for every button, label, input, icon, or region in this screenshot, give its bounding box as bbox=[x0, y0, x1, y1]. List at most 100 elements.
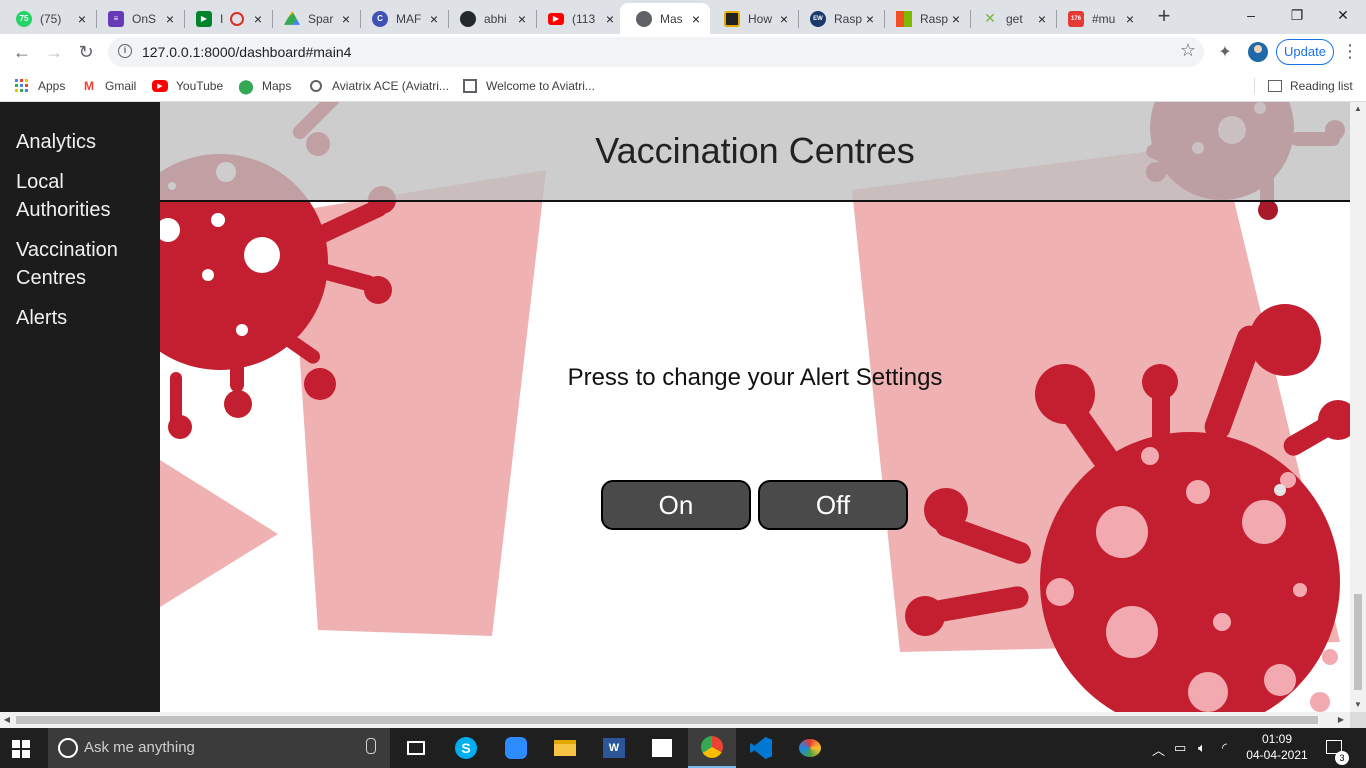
chrome-icon[interactable] bbox=[688, 728, 736, 768]
new-tab-button[interactable]: + bbox=[1152, 3, 1176, 31]
windows-start-icon[interactable] bbox=[12, 740, 30, 758]
close-tab-icon[interactable]: × bbox=[338, 11, 354, 27]
profile-avatar[interactable] bbox=[1248, 42, 1268, 62]
bookmark-gmail[interactable]: M Gmail bbox=[81, 76, 136, 96]
sidebar-item-analytics[interactable]: Analytics bbox=[16, 128, 156, 156]
taskbar: Ask me anything S W ︿ ▭ 🔈︎ ◜ 01:09 04-04… bbox=[0, 728, 1366, 768]
bookmark-label: Gmail bbox=[105, 79, 137, 93]
close-tab-icon[interactable]: × bbox=[426, 11, 442, 27]
taskbar-search[interactable]: Ask me anything bbox=[48, 728, 390, 768]
scroll-up-arrow-icon[interactable]: ▲ bbox=[1350, 102, 1366, 116]
ew-icon: EW bbox=[810, 10, 826, 27]
bookmark-star-icon[interactable]: ☆ bbox=[1180, 40, 1196, 61]
system-clock[interactable]: 01:09 04-04-2021 bbox=[1240, 731, 1314, 763]
close-window-button[interactable]: ✕ bbox=[1320, 0, 1366, 32]
tab-mu[interactable]: 176 #mu × bbox=[1052, 3, 1144, 34]
horizontal-scrollbar[interactable]: ◀ ▶ bbox=[0, 712, 1350, 728]
tab-title: OnS bbox=[132, 11, 157, 26]
youtube-icon: ▶ bbox=[152, 80, 168, 92]
microphone-icon[interactable] bbox=[366, 738, 376, 754]
tab-ew-rasp[interactable]: EW Rasp × bbox=[794, 3, 884, 34]
bookmark-divider bbox=[1254, 78, 1255, 94]
restore-button[interactable]: ❐ bbox=[1274, 0, 1320, 32]
close-tab-icon[interactable]: × bbox=[776, 11, 792, 27]
scroll-right-arrow-icon[interactable]: ▶ bbox=[1334, 712, 1348, 728]
tab-github[interactable]: abhi × bbox=[444, 3, 536, 34]
close-tab-icon[interactable]: × bbox=[162, 11, 178, 27]
tab-title: (75) bbox=[40, 11, 62, 26]
alerts-on-button[interactable]: On bbox=[601, 480, 751, 530]
tab-maf[interactable]: C MAF × bbox=[356, 3, 448, 34]
close-tab-icon[interactable]: × bbox=[1122, 11, 1138, 27]
close-tab-icon[interactable]: × bbox=[688, 11, 704, 27]
task-view-icon[interactable] bbox=[392, 728, 440, 768]
close-tab-icon[interactable]: × bbox=[514, 11, 530, 27]
notification-count-badge: 3 bbox=[1335, 751, 1349, 765]
maps-pin-icon: ⬤ bbox=[238, 77, 254, 94]
close-tab-icon[interactable]: × bbox=[862, 11, 878, 27]
close-tab-icon[interactable]: × bbox=[1034, 11, 1050, 27]
scroll-left-arrow-icon[interactable]: ◀ bbox=[0, 712, 14, 728]
volume-icon[interactable]: 🔈︎ bbox=[1198, 740, 1206, 756]
address-bar[interactable]: i 127.0.0.1:8000/dashboard#main4 ☆ bbox=[108, 37, 1204, 67]
microsoft-icon bbox=[896, 10, 912, 27]
tab-meet[interactable]: ▶ I × bbox=[180, 3, 272, 34]
url-text[interactable]: 127.0.0.1:8000/dashboard#main4 bbox=[142, 44, 351, 60]
reading-list-button[interactable]: Reading list bbox=[1268, 76, 1353, 96]
info-icon[interactable]: i bbox=[118, 44, 132, 58]
wifi-icon[interactable]: ◜ bbox=[1222, 740, 1227, 756]
tab-title: Mas bbox=[660, 11, 683, 26]
scroll-down-arrow-icon[interactable]: ▼ bbox=[1350, 698, 1366, 712]
file-explorer-icon[interactable] bbox=[541, 728, 589, 768]
alerts-off-button[interactable]: Off bbox=[758, 480, 908, 530]
tab-strip: 75 (75) × ≡ OnS × ▶ I × Spar × C MAF × a… bbox=[0, 0, 1366, 34]
close-tab-icon[interactable]: × bbox=[250, 11, 266, 27]
show-hidden-icons-icon[interactable]: ︿ bbox=[1152, 740, 1165, 759]
vertical-scrollbar[interactable]: ▲ ▼ bbox=[1350, 102, 1366, 712]
menu-dots-icon[interactable]: ⋮ bbox=[1340, 40, 1360, 64]
clock-time: 01:09 bbox=[1261, 732, 1293, 746]
bookmark-youtube[interactable]: ▶ YouTube bbox=[152, 76, 223, 96]
bookmark-apps[interactable]: Apps bbox=[14, 76, 65, 96]
reload-icon[interactable]: ↻ bbox=[72, 38, 100, 66]
tab-get[interactable]: ✕ get × bbox=[966, 3, 1056, 34]
sidebar-item-alerts[interactable]: Alerts bbox=[16, 304, 156, 332]
vscode-icon[interactable] bbox=[737, 728, 785, 768]
forward-arrow-icon[interactable]: → bbox=[40, 38, 68, 66]
bookmark-welcome-aviatrix[interactable]: Welcome to Aviatri... bbox=[462, 76, 595, 96]
tab-whatsapp[interactable]: 75 (75) × bbox=[0, 3, 96, 34]
tab-title: (113 bbox=[572, 11, 596, 26]
zoom-icon[interactable] bbox=[492, 728, 540, 768]
bookmark-label: Apps bbox=[38, 79, 66, 93]
tab-title: get bbox=[1006, 11, 1023, 26]
vertical-scroll-thumb[interactable] bbox=[1354, 594, 1362, 690]
close-tab-icon[interactable]: × bbox=[74, 11, 90, 27]
word-icon[interactable]: W bbox=[590, 728, 638, 768]
howto-icon bbox=[724, 10, 740, 27]
alert-settings-prompt: Press to change your Alert Settings bbox=[567, 364, 943, 391]
globe-icon bbox=[636, 10, 652, 27]
tab-forms[interactable]: ≡ OnS × bbox=[92, 3, 184, 34]
close-tab-icon[interactable]: × bbox=[602, 11, 618, 27]
extensions-puzzle-icon[interactable]: ✦ bbox=[1215, 42, 1235, 62]
tab-active-dashboard[interactable]: Mas × bbox=[620, 3, 710, 34]
paint-icon[interactable] bbox=[786, 728, 834, 768]
horizontal-scroll-thumb[interactable] bbox=[16, 716, 1318, 724]
tab-ms-rasp[interactable]: Rasp × bbox=[880, 3, 970, 34]
sidebar-item-vaccination-centres[interactable]: Vaccination Centres bbox=[16, 236, 156, 292]
bookmark-maps[interactable]: ⬤ Maps bbox=[238, 76, 291, 96]
tab-drive[interactable]: Spar × bbox=[268, 3, 360, 34]
tab-title: How bbox=[748, 11, 773, 26]
back-arrow-icon[interactable]: ← bbox=[8, 38, 36, 66]
skype-icon[interactable]: S bbox=[442, 728, 490, 768]
bookmark-aviatrix-ace[interactable]: Aviatrix ACE (Aviatri... bbox=[308, 76, 449, 96]
store-icon[interactable] bbox=[638, 728, 686, 768]
tab-youtube[interactable]: ▶ (113 × bbox=[532, 3, 624, 34]
tab-howto[interactable]: How × bbox=[708, 3, 798, 34]
close-tab-icon[interactable]: × bbox=[948, 11, 964, 27]
sidebar-item-local-authorities[interactable]: Local Authorities bbox=[16, 168, 156, 224]
update-button[interactable]: Update bbox=[1276, 39, 1334, 65]
battery-icon[interactable]: ▭ bbox=[1174, 740, 1186, 756]
minimize-button[interactable]: – bbox=[1228, 0, 1274, 32]
drive-icon bbox=[284, 10, 300, 25]
